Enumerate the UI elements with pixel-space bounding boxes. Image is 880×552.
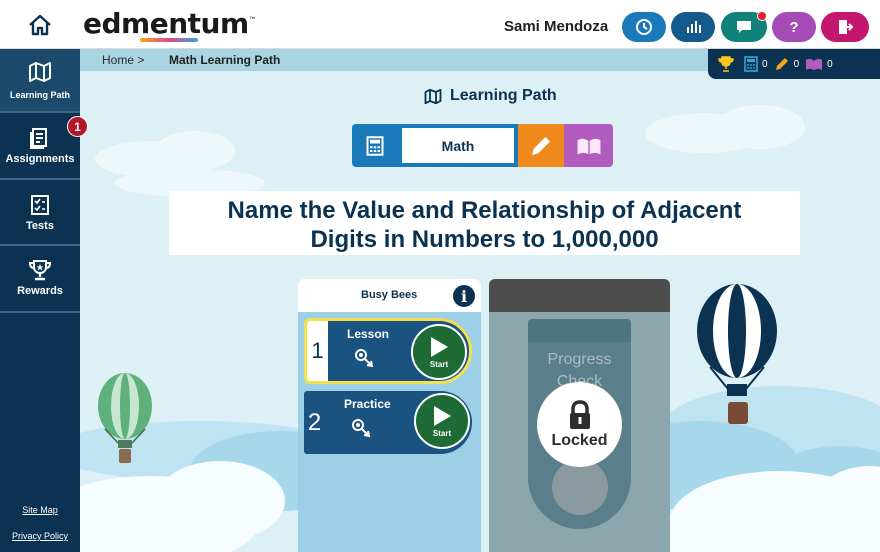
subject-selector: Math	[352, 124, 613, 167]
edmentum-logo: edmentum™	[83, 7, 257, 40]
message-icon	[737, 21, 751, 33]
sidebar-item-rewards[interactable]: Rewards	[0, 246, 80, 313]
main-content: Learning Path Math Name the Value and Re…	[80, 71, 880, 552]
home-icon	[29, 14, 51, 35]
calculator-icon	[744, 56, 758, 72]
breadcrumb-current: Math Learning Path	[169, 53, 281, 67]
home-button[interactable]	[0, 0, 80, 49]
subject-math-icon-tab[interactable]	[352, 124, 398, 167]
pencil-icon	[775, 58, 788, 70]
lesson-title: Name the Value and Relationship of Adjac…	[169, 191, 800, 255]
lesson-start-button[interactable]: Start	[411, 324, 467, 380]
locked-indicator: Locked	[537, 382, 622, 467]
map-icon	[29, 62, 51, 82]
breadcrumb-home[interactable]: Home >	[102, 53, 144, 67]
book-icon	[806, 58, 823, 70]
practice-start-button[interactable]: Start	[414, 393, 470, 449]
activity-number: 1	[307, 321, 328, 381]
module-card-header: Busy Bees i	[298, 279, 481, 312]
progress-button[interactable]	[671, 12, 715, 42]
sidebar-item-label: Learning Path	[9, 90, 70, 100]
site-map-link[interactable]: Site Map	[0, 505, 80, 515]
activity-name: Lesson	[347, 327, 390, 341]
module-card: Busy Bees i 1 Lesson Start 2 Practice St…	[298, 279, 481, 552]
bar-chart-icon	[687, 21, 701, 33]
notification-dot	[757, 11, 767, 21]
exit-icon	[839, 20, 854, 34]
clock-icon	[636, 19, 652, 35]
rewards-writing-count: 0	[774, 56, 799, 72]
sidebar-item-learning-path[interactable]: Learning Path	[0, 49, 80, 113]
user-name: Sami Mendoza	[504, 18, 609, 35]
logout-button[interactable]	[821, 12, 869, 42]
rewards-trophy	[718, 56, 738, 72]
rewards-summary[interactable]: 0 0 0	[708, 49, 880, 79]
magnifier-pointer-icon	[352, 419, 371, 438]
trophy-icon	[28, 260, 52, 281]
subject-tab-reading[interactable]	[564, 124, 613, 167]
help-button[interactable]: ?	[772, 12, 816, 42]
sidebar-item-label: Tests	[26, 220, 54, 232]
progress-check-header	[489, 279, 670, 312]
book-icon	[577, 138, 600, 155]
rewards-math-count: 0	[744, 56, 768, 72]
sidebar-item-label: Rewards	[17, 285, 63, 297]
privacy-policy-link[interactable]: Privacy Policy	[0, 531, 80, 541]
info-icon[interactable]: i	[453, 285, 475, 307]
sidebar-item-label: Assignments	[5, 153, 75, 165]
top-header: edmentum™ Sami Mendoza ?	[0, 0, 880, 49]
pencil-icon	[532, 136, 550, 155]
lock-icon	[569, 399, 590, 429]
calculator-icon	[366, 135, 384, 156]
rewards-reading-count: 0	[805, 57, 833, 71]
activity-number: 2	[304, 391, 325, 454]
assignments-badge: 1	[67, 116, 88, 137]
activity-history-button[interactable]	[622, 12, 666, 42]
progress-check-start-disabled	[552, 459, 608, 515]
subject-tab-math[interactable]: Math	[398, 124, 518, 167]
help-icon: ?	[789, 18, 799, 36]
trophy-icon	[718, 56, 734, 72]
magnifier-pointer-icon	[355, 349, 374, 368]
activity-practice[interactable]: 2 Practice Start	[304, 391, 472, 454]
logo-underline	[140, 38, 198, 42]
activity-lesson[interactable]: 1 Lesson Start	[304, 318, 472, 384]
page-title: Learning Path	[424, 87, 557, 105]
play-icon	[434, 406, 451, 426]
locked-label: Locked	[551, 431, 608, 449]
module-title: Busy Bees	[361, 289, 418, 301]
play-icon	[431, 337, 448, 357]
checklist-icon	[31, 195, 49, 215]
sidebar-item-tests[interactable]: Tests	[0, 180, 80, 246]
map-icon	[424, 88, 442, 104]
subject-tab-writing[interactable]	[518, 124, 564, 167]
assignments-icon	[30, 128, 47, 149]
activity-name: Practice	[344, 397, 391, 411]
